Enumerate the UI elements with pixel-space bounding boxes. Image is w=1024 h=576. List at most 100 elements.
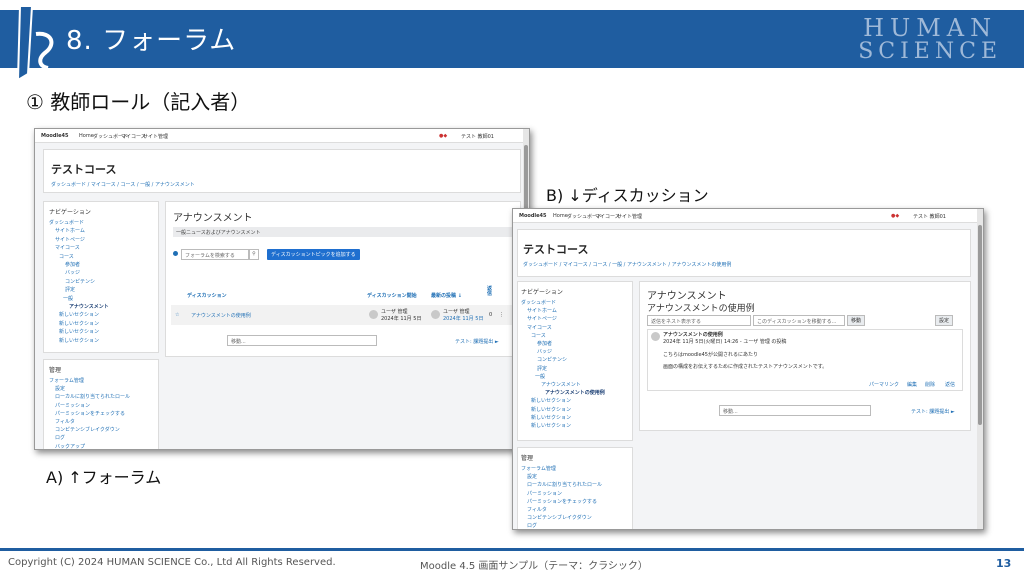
nav-item[interactable]: 新しいセクション	[59, 328, 99, 335]
star-icon[interactable]: ☆	[175, 312, 179, 318]
nav-item[interactable]: 評定	[537, 365, 547, 372]
forum-intro: 一般ニュースおよびアナウンスメント	[173, 227, 513, 237]
notification-icon[interactable]: ●◆	[891, 213, 899, 219]
nav-item[interactable]: ダッシュボード	[49, 219, 84, 226]
nav-item[interactable]: コース	[531, 332, 546, 339]
last-post-author: ユーザ 管理	[443, 309, 470, 315]
site-name[interactable]: Moodle45	[519, 213, 547, 219]
jump-to-select[interactable]: 移動...	[227, 335, 377, 346]
reply-link[interactable]: 返信	[945, 381, 955, 388]
forum-title: アナウンスメント	[173, 213, 253, 224]
scrollbar-thumb[interactable]	[978, 225, 982, 425]
nav-home[interactable]: Home	[553, 213, 568, 219]
nav-item[interactable]: アナウンスメント	[69, 303, 109, 310]
nav-item[interactable]: 設定	[55, 385, 65, 392]
nav-item[interactable]: バックアップ	[55, 443, 85, 449]
user-menu[interactable]: テスト 教師01	[461, 133, 494, 140]
edit-link[interactable]: 編集	[907, 381, 917, 388]
nav-item[interactable]: ダッシュボード	[521, 299, 556, 306]
nav-item[interactable]: コンピテンシ	[65, 278, 95, 285]
nav-item[interactable]: 参加者	[537, 340, 552, 347]
nav-item[interactable]: マイコース	[527, 324, 552, 331]
nav-site-admin[interactable]: サイト管理	[143, 133, 168, 140]
nav-item[interactable]: ログ	[55, 434, 65, 441]
discussion-link[interactable]: アナウンスメントの使用例	[191, 312, 251, 319]
nav-item[interactable]: バッジ	[65, 269, 80, 276]
nav-item[interactable]: アナウンスメントの使用例	[545, 389, 605, 396]
nav-item[interactable]: パーミッションをチェックする	[527, 498, 597, 505]
nav-home[interactable]: Home	[79, 133, 94, 139]
help-icon[interactable]	[173, 251, 178, 256]
nav-item[interactable]: フィルタ	[527, 506, 547, 513]
nav-item[interactable]: サイトホーム	[55, 227, 85, 234]
nav-item[interactable]: ローカルに割り当てられたロール	[55, 393, 130, 400]
forum-search-input[interactable]: フォーラムを検索する	[181, 249, 249, 260]
nav-item[interactable]: 新しいセクション	[531, 422, 571, 429]
nav-item[interactable]: サイトページ	[527, 315, 557, 322]
nav-item[interactable]: 評定	[65, 286, 75, 293]
admin-heading: 管理	[521, 455, 534, 462]
nav-item[interactable]: コンピテンシブレイクダウン	[527, 514, 592, 521]
nav-item[interactable]: フォーラム管理	[49, 377, 84, 384]
col-discussion[interactable]: ディスカッション	[187, 292, 227, 299]
settings-button[interactable]: 設定	[935, 315, 954, 326]
site-name[interactable]: Moodle45	[41, 133, 69, 139]
post-body-line1: こちらはmoodle45が公開されるにあたり	[663, 352, 758, 358]
col-last-post[interactable]: 最新の投稿 ↓	[431, 292, 462, 299]
slide-subtitle: ① 教師ロール（記入者）	[26, 90, 251, 114]
screenshot-discussion: Moodle45 Home ダッシュボード マイコース サイト管理 ●◆ テスト…	[512, 208, 984, 530]
add-discussion-button[interactable]: ディスカッショントピックを追加する	[267, 249, 360, 260]
nav-item[interactable]: コンピテンシブレイクダウン	[55, 426, 120, 433]
jump-to-select[interactable]: 移動...	[719, 405, 871, 416]
nav-item[interactable]: 新しいセクション	[531, 414, 571, 421]
nav-item[interactable]: ログ	[527, 522, 537, 529]
nav-item[interactable]: パーミッション	[55, 402, 90, 409]
nav-site-admin[interactable]: サイト管理	[617, 213, 642, 220]
nav-item[interactable]: 一般	[535, 373, 545, 380]
nav-item[interactable]: ローカルに割り当てられたロール	[527, 481, 602, 488]
move-button[interactable]: 移動	[847, 315, 866, 326]
nav-item[interactable]: コンピテンシ	[537, 356, 567, 363]
nav-item[interactable]: 新しいセクション	[59, 337, 99, 344]
next-activity-link[interactable]: テスト: 課題提出 ►	[455, 338, 499, 345]
next-activity-link[interactable]: テスト: 課題提出 ►	[911, 408, 955, 415]
col-replies[interactable]: 返信	[487, 287, 493, 297]
screenshot-forum: Moodle45 Home ダッシュボード マイコース サイト管理 ●◆ テスト…	[34, 128, 530, 450]
nav-item[interactable]: 新しいセクション	[531, 397, 571, 404]
nav-item[interactable]: サイトホーム	[527, 307, 557, 314]
nav-item[interactable]: 新しいセクション	[59, 320, 99, 327]
nav-item[interactable]: 参加者	[65, 261, 80, 268]
nav-item[interactable]: 新しいセクション	[531, 406, 571, 413]
breadcrumb[interactable]: ダッシュボード / マイコース / コース / 一般 / アナウンスメント / …	[523, 261, 731, 268]
user-menu[interactable]: テスト 教師01	[913, 213, 946, 220]
nav-item[interactable]: サイトページ	[55, 236, 85, 243]
row-menu-icon[interactable]: ⋮	[499, 312, 504, 318]
nav-item[interactable]: バッジ	[537, 348, 552, 355]
nav-item[interactable]: 新しいセクション	[59, 311, 99, 318]
display-mode-select[interactable]: 返信をネスト表示する	[647, 315, 751, 326]
nav-item[interactable]: アナウンスメント	[541, 381, 581, 388]
caption-forum: A) ↑フォーラム	[46, 468, 162, 487]
started-author: ユーザ 管理	[381, 309, 408, 315]
post-body-line2: 画面の構成をお伝えするために作成されたテストアナウンスメントです。	[663, 364, 828, 370]
nav-item[interactable]: パーミッションをチェックする	[55, 410, 125, 417]
breadcrumb[interactable]: ダッシュボード / マイコース / コース / 一般 / アナウンスメント	[51, 181, 195, 188]
nav-item[interactable]: マイコース	[55, 244, 80, 251]
notification-icon[interactable]: ●◆	[439, 133, 447, 139]
move-discussion-select[interactable]: このディスカッションを移動する...	[753, 315, 845, 326]
col-started[interactable]: ディスカッション開始	[367, 292, 417, 299]
nav-item[interactable]: フォーラム管理	[521, 465, 556, 472]
started-date: 2024年 11月 5日	[381, 316, 422, 322]
delete-link[interactable]: 削除	[925, 381, 935, 388]
nav-item[interactable]: 一般	[63, 295, 73, 302]
permalink-link[interactable]: パーマリンク	[869, 381, 899, 388]
last-post-date[interactable]: 2024年 11月 5日	[443, 315, 483, 322]
post-title: アナウンスメントの使用例	[663, 332, 723, 338]
nav-item[interactable]: パーミッション	[527, 490, 562, 497]
nav-item[interactable]: コース	[59, 253, 74, 260]
navigation-heading: ナビゲーション	[521, 289, 563, 296]
search-icon[interactable]: ⚲	[249, 249, 259, 260]
scrollbar[interactable]	[977, 209, 983, 529]
nav-item[interactable]: フィルタ	[55, 418, 75, 425]
nav-item[interactable]: 設定	[527, 473, 537, 480]
